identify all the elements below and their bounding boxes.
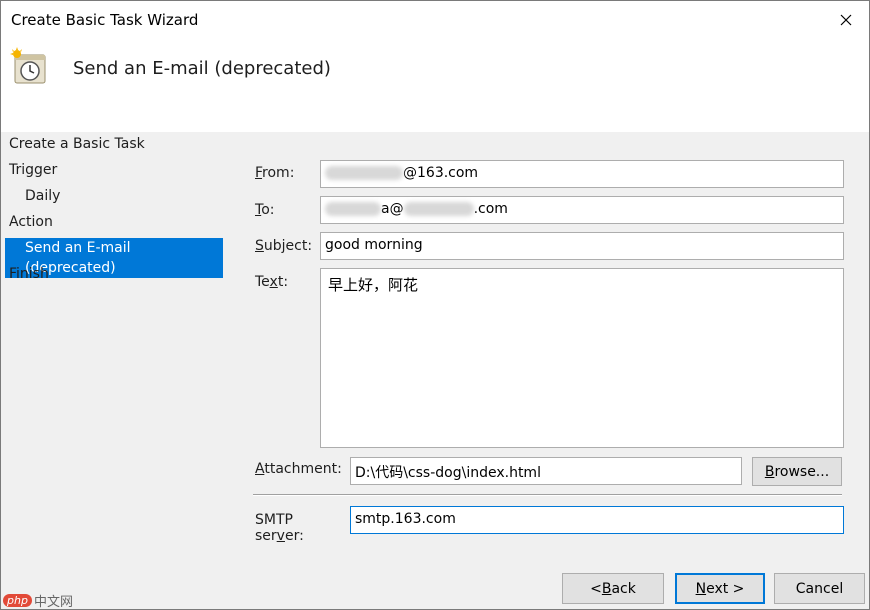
watermark-text: 中文网: [33, 595, 73, 610]
separator: [253, 494, 842, 496]
message-textarea[interactable]: 早上好，阿花: [320, 268, 844, 448]
text-label: Text:: [255, 274, 289, 290]
step-finish[interactable]: Finish: [9, 264, 49, 284]
close-icon: [840, 14, 852, 26]
redacted-text: [403, 202, 474, 216]
cancel-button[interactable]: Cancel: [774, 573, 865, 604]
redacted-text: [325, 202, 381, 216]
smtp-server-field[interactable]: smtp.163.com: [350, 506, 844, 534]
watermark-logo: php: [3, 594, 32, 607]
step-trigger[interactable]: Trigger: [9, 160, 57, 180]
step-create-basic-task[interactable]: Create a Basic Task: [9, 134, 145, 154]
wizard-window: Create Basic Task Wizard Send an E-mail …: [0, 0, 870, 610]
to-label: To:: [255, 202, 275, 218]
from-field[interactable]: @163.com: [320, 160, 844, 188]
to-field[interactable]: a@ .com: [320, 196, 844, 224]
redacted-text: [325, 166, 403, 180]
task-scheduler-icon: [10, 47, 46, 84]
attachment-field[interactable]: D:\代码\css-dog\index.html: [350, 457, 742, 485]
smtp-server-label: SMTP server:: [255, 512, 304, 544]
title-bar: Create Basic Task Wizard: [1, 1, 869, 39]
subject-label: Subject:: [255, 238, 313, 254]
window-title: Create Basic Task Wizard: [11, 11, 199, 29]
wizard-steps-panel: Create a Basic Task Trigger Daily Action…: [1, 132, 233, 609]
watermark: php 中文网: [3, 591, 73, 610]
page-title: Send an E-mail (deprecated): [73, 58, 331, 79]
next-button[interactable]: Next >: [675, 573, 765, 604]
wizard-header: Send an E-mail (deprecated): [1, 39, 869, 132]
browse-button[interactable]: Browse...: [752, 457, 842, 486]
subject-field[interactable]: good morning: [320, 232, 844, 260]
back-button[interactable]: < Back: [562, 573, 664, 604]
from-label: From:: [255, 165, 295, 181]
attachment-label: Attachment:: [255, 461, 342, 477]
step-daily[interactable]: Daily: [25, 186, 60, 206]
close-button[interactable]: [823, 1, 869, 39]
step-action[interactable]: Action: [9, 212, 53, 232]
